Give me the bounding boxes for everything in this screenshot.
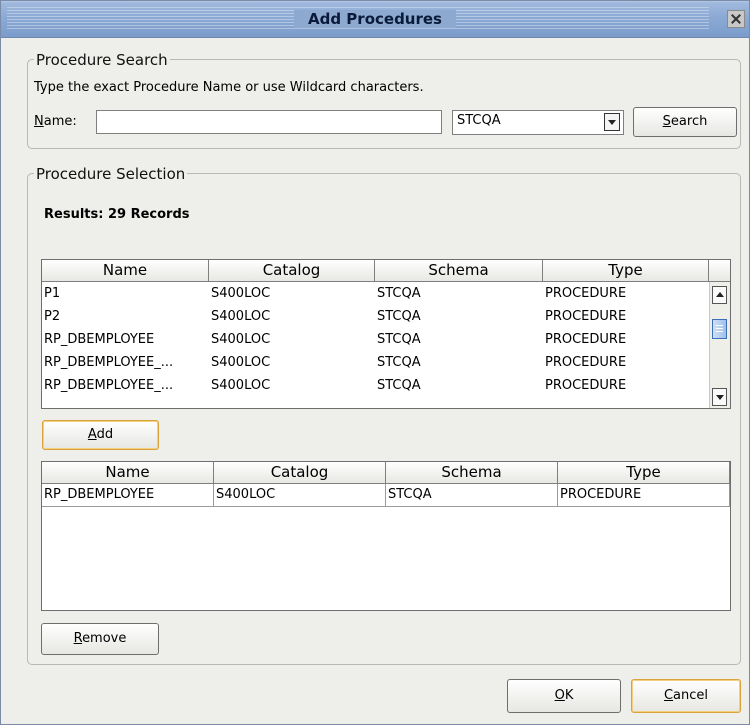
- cell-schema: STCQA: [377, 309, 421, 324]
- ok-button-label: K: [564, 688, 574, 703]
- schema-select[interactable]: STCQA: [452, 110, 624, 135]
- column-header-name[interactable]: Name: [42, 260, 209, 282]
- selected-table-header: Name Catalog Schema Type: [42, 462, 730, 484]
- cell-schema: STCQA: [386, 484, 558, 507]
- column-header-type[interactable]: Type: [543, 260, 709, 282]
- results-vertical-scrollbar[interactable]: [709, 282, 730, 408]
- cell-schema: STCQA: [377, 332, 421, 347]
- cell-type: PROCEDURE: [545, 355, 627, 370]
- cancel-button-mnemonic: C: [663, 688, 674, 703]
- cell-type: PROCEDURE: [545, 378, 627, 393]
- title-bar[interactable]: Add Procedures: [1, 1, 749, 38]
- column-header-catalog[interactable]: Catalog: [209, 260, 375, 282]
- dialog-title: Add Procedures: [1, 10, 749, 28]
- name-label-mnemonic: N: [34, 114, 44, 129]
- procedure-search-group: Procedure Search Type the exact Procedur…: [27, 51, 741, 149]
- selected-procedures-table[interactable]: Name Catalog Schema Type RP_DBEMPLOYEE S…: [41, 461, 731, 611]
- table-row[interactable]: P1 S400LOC STCQA PROCEDURE: [42, 282, 710, 305]
- results-count: Results: 29 Records: [44, 207, 190, 222]
- table-row[interactable]: P2 S400LOC STCQA PROCEDURE: [42, 305, 710, 328]
- selected-rows: RP_DBEMPLOYEE S400LOC STCQA PROCEDURE: [42, 484, 730, 507]
- results-table[interactable]: Name Catalog Schema Type P1 S400LOC STCQ…: [41, 259, 731, 409]
- search-button-label: earch: [670, 114, 708, 129]
- scroll-thumb[interactable]: [712, 319, 727, 339]
- column-header-type[interactable]: Type: [558, 462, 730, 484]
- cancel-button-label: ancel: [673, 688, 709, 703]
- cell-type: PROCEDURE: [558, 484, 730, 507]
- ok-button[interactable]: OK: [507, 679, 621, 713]
- procedure-search-label: Procedure Search: [34, 51, 170, 69]
- cell-catalog: S400LOC: [211, 378, 271, 393]
- ok-button-mnemonic: O: [554, 688, 565, 703]
- remove-button-mnemonic: R: [73, 631, 83, 646]
- table-row[interactable]: RP_DBEMPLOYEE_... S400LOC STCQA PROCEDUR…: [42, 374, 710, 397]
- search-button[interactable]: Search: [633, 107, 737, 137]
- search-hint: Type the exact Procedure Name or use Wil…: [34, 80, 424, 95]
- schema-select-value: STCQA: [457, 113, 501, 128]
- search-button-mnemonic: S: [662, 114, 671, 129]
- header-corner: [709, 260, 730, 282]
- cell-schema: STCQA: [377, 378, 421, 393]
- cell-catalog: S400LOC: [211, 286, 271, 301]
- cell-name: P1: [44, 286, 61, 301]
- cell-name: P2: [44, 309, 61, 324]
- cell-type: PROCEDURE: [545, 286, 627, 301]
- cell-catalog: S400LOC: [211, 309, 271, 324]
- add-button-label: dd: [96, 427, 114, 442]
- results-table-header: Name Catalog Schema Type: [42, 260, 730, 282]
- name-label: Name:: [34, 114, 77, 129]
- cell-name: RP_DBEMPLOYEE_...: [44, 355, 174, 370]
- scroll-up-icon[interactable]: [712, 286, 727, 304]
- cell-name: RP_DBEMPLOYEE: [44, 332, 155, 347]
- scroll-down-icon[interactable]: [712, 388, 727, 406]
- procedure-selection-label: Procedure Selection: [34, 165, 188, 183]
- table-row[interactable]: RP_DBEMPLOYEE_... S400LOC STCQA PROCEDUR…: [42, 351, 710, 374]
- remove-button-label: emove: [82, 631, 127, 646]
- procedure-selection-group: Procedure Selection Results: 29 Records …: [27, 165, 741, 665]
- column-header-schema[interactable]: Schema: [386, 462, 558, 484]
- chevron-down-icon[interactable]: [604, 113, 620, 131]
- add-procedures-dialog: Add Procedures Procedure Search Type the…: [0, 0, 750, 725]
- close-icon[interactable]: [727, 10, 745, 28]
- cell-type: PROCEDURE: [545, 309, 627, 324]
- column-header-schema[interactable]: Schema: [375, 260, 543, 282]
- cell-catalog: S400LOC: [211, 332, 271, 347]
- add-button-mnemonic: A: [87, 427, 97, 442]
- dialog-title-text: Add Procedures: [294, 10, 456, 28]
- cell-type: PROCEDURE: [545, 332, 627, 347]
- cell-name: RP_DBEMPLOYEE_...: [44, 378, 174, 393]
- cell-schema: STCQA: [377, 286, 421, 301]
- remove-button[interactable]: Remove: [41, 623, 159, 655]
- cell-catalog: S400LOC: [211, 355, 271, 370]
- cancel-button[interactable]: Cancel: [631, 679, 741, 713]
- name-label-text: ame:: [43, 114, 77, 129]
- cell-schema: STCQA: [377, 355, 421, 370]
- name-input[interactable]: [96, 110, 442, 134]
- add-button[interactable]: Add: [42, 420, 159, 450]
- results-rows: P1 S400LOC STCQA PROCEDURE P2 S400LOC ST…: [42, 282, 710, 397]
- table-row[interactable]: RP_DBEMPLOYEE S400LOC STCQA PROCEDURE: [42, 328, 710, 351]
- column-header-catalog[interactable]: Catalog: [214, 462, 386, 484]
- cell-catalog: S400LOC: [214, 484, 386, 507]
- table-row[interactable]: RP_DBEMPLOYEE S400LOC STCQA PROCEDURE: [42, 484, 730, 507]
- cell-name: RP_DBEMPLOYEE: [42, 484, 214, 507]
- column-header-name[interactable]: Name: [42, 462, 214, 484]
